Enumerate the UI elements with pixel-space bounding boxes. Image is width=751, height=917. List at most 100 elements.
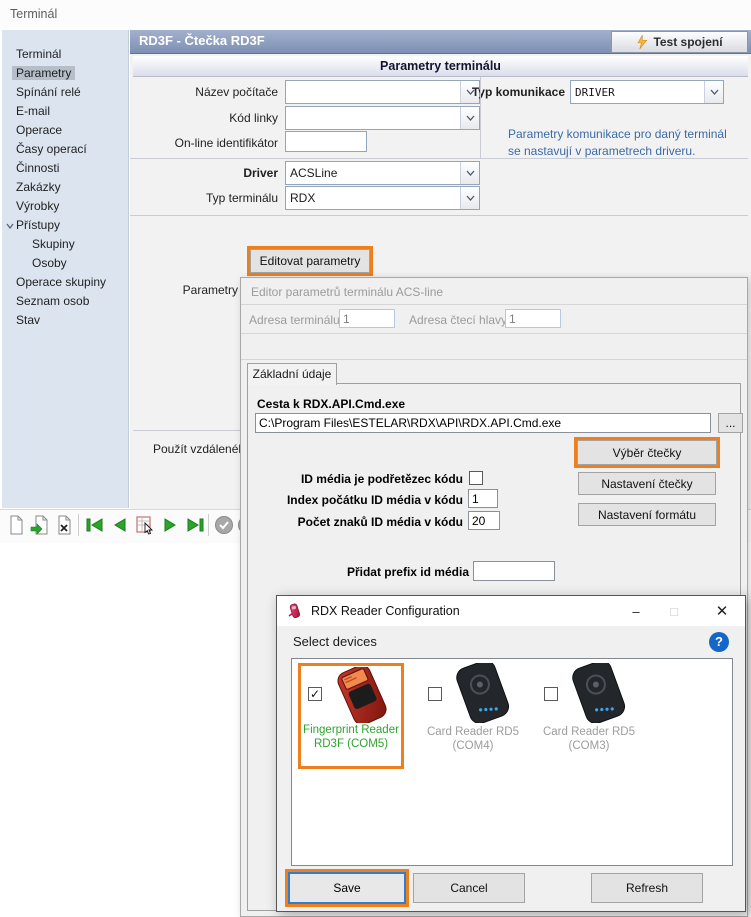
rdx-dialog-title: RDX Reader Configuration [311, 604, 460, 618]
exe-path-field[interactable] [255, 413, 711, 433]
menubar: Terminál [0, 0, 751, 28]
exe-path-label: Cesta k RDX.API.Cmd.exe [257, 397, 405, 411]
media-index-label: Index počátku ID média v kódu [261, 493, 463, 507]
sidebar-item-zakazky[interactable]: Zakázky [16, 179, 61, 196]
menu-terminal[interactable]: Terminál [10, 7, 57, 21]
media-index-field[interactable] [468, 489, 498, 508]
sidebar-item-skupiny[interactable]: Skupiny [32, 236, 75, 253]
edit-params-highlight: Editovat parametry [247, 246, 373, 276]
sidebar-item-operace[interactable]: Operace [16, 122, 62, 139]
terminal-address-field[interactable] [339, 309, 395, 328]
device-checkbox-com4[interactable] [428, 687, 442, 701]
section-header: Parametry terminálu [133, 56, 748, 77]
terminal-type-combo[interactable]: RDX [285, 186, 480, 210]
sidebar-item-casy-operaci[interactable]: Časy operací [16, 141, 87, 158]
media-substring-checkbox[interactable] [469, 471, 483, 485]
minimize-button[interactable]: – [617, 596, 655, 626]
media-length-label: Počet znaků ID média v kódu [261, 515, 463, 529]
online-id-label: On-line identifikátor [140, 136, 278, 150]
nav-next-button[interactable] [160, 515, 180, 535]
fingerprint-reader-icon[interactable] [326, 667, 398, 723]
sidebar-item-email[interactable]: E-mail [16, 103, 50, 120]
parameters-label: Parametry [150, 283, 238, 297]
nav-prior-button[interactable] [110, 515, 130, 535]
chevron-expanded-icon[interactable] [5, 221, 15, 231]
media-length-field[interactable] [468, 511, 500, 530]
editor-dialog-title: Editor parametrů terminálu ACS-line [251, 285, 443, 299]
media-prefix-label: Přidat prefix id média [267, 565, 469, 579]
card-reader-icon[interactable] [444, 663, 522, 723]
post-record-button[interactable] [214, 515, 234, 535]
maximize-button: □ [655, 596, 693, 626]
rdx-app-icon [287, 603, 303, 619]
format-settings-button[interactable]: Nastavení formátu [578, 503, 716, 526]
device-checkbox-rd3f[interactable]: ✓ [308, 687, 322, 701]
reader-select-highlight: Výběr čtečky [574, 437, 720, 468]
divider [130, 158, 748, 159]
close-button[interactable]: ✕ [699, 596, 745, 626]
chevron-down-icon[interactable] [460, 107, 479, 129]
select-devices-label: Select devices [293, 634, 377, 649]
sidebar-item-seznam-osob[interactable]: Seznam osob [16, 293, 89, 310]
driver-combo[interactable]: ACSLine [285, 161, 480, 185]
refresh-button[interactable]: Refresh [591, 873, 703, 903]
sidebar-tree: Terminál Parametry Spínání relé E-mail O… [2, 30, 129, 508]
edit-parameters-button[interactable]: Editovat parametry [250, 249, 370, 273]
divider [480, 77, 481, 158]
media-prefix-field[interactable] [473, 561, 555, 581]
chevron-down-icon[interactable] [704, 81, 723, 103]
reader-settings-button[interactable]: Nastavení čtečky [578, 472, 716, 495]
sidebar-item-terminal[interactable]: Terminál [16, 46, 61, 63]
comm-info-line1: Parametry komunikace pro daný terminál [508, 127, 727, 141]
toolbar-separator [208, 514, 209, 536]
comm-type-label: Typ komunikace [420, 85, 565, 99]
card-reader-icon[interactable] [560, 663, 638, 723]
save-highlight: Save [285, 869, 409, 907]
terminal-address-label: Adresa terminálu [249, 313, 340, 327]
edit-record-button[interactable] [135, 515, 155, 535]
device-label-com4: Card Reader RD5 (COM4) [418, 725, 528, 753]
import-record-button[interactable] [30, 515, 50, 535]
media-substring-label: ID média je podřetězec kódu [261, 472, 463, 486]
divider [241, 333, 747, 334]
lightning-icon [636, 35, 647, 49]
save-button[interactable]: Save [288, 872, 406, 904]
line-code-combo[interactable] [285, 106, 480, 130]
driver-label: Driver [140, 166, 278, 180]
rdx-reader-config-dialog: RDX Reader Configuration – □ ✕ Select de… [276, 595, 746, 912]
nav-first-button[interactable] [85, 515, 105, 535]
test-connection-button[interactable]: Test spojení [611, 31, 748, 53]
online-id-field[interactable] [285, 131, 367, 152]
sidebar-item-stav[interactable]: Stav [16, 312, 40, 329]
divider [241, 304, 747, 305]
new-document-button[interactable] [6, 515, 26, 535]
head-address-label: Adresa čtecí hlavy [409, 313, 507, 327]
delete-record-button[interactable] [54, 515, 74, 535]
sidebar-item-osoby[interactable]: Osoby [32, 255, 67, 272]
chevron-down-icon[interactable] [460, 162, 479, 184]
terminal-type-label: Typ terminálu [140, 191, 278, 205]
chevron-down-icon[interactable] [460, 187, 479, 209]
sidebar-item-spinani-rele[interactable]: Spínání relé [16, 84, 81, 101]
rdx-titlebar: RDX Reader Configuration – □ ✕ [277, 596, 745, 626]
sidebar-item-cinnosti[interactable]: Činnosti [16, 160, 59, 177]
head-address-field[interactable] [505, 309, 561, 328]
reader-select-button[interactable]: Výběr čtečky [577, 440, 717, 465]
divider [241, 359, 747, 360]
cancel-button[interactable]: Cancel [413, 873, 525, 903]
nav-last-button[interactable] [185, 515, 205, 535]
comm-type-combo[interactable]: DRIVER [570, 80, 724, 104]
help-icon[interactable]: ? [709, 632, 729, 652]
divider [130, 215, 748, 216]
tab-zakladni-udaje[interactable]: Základní údaje [247, 363, 337, 385]
sidebar-item-vyrobky[interactable]: Výrobky [16, 198, 59, 215]
device-checkbox-com3[interactable] [544, 687, 558, 701]
sidebar-item-parametry[interactable]: Parametry [16, 65, 75, 82]
device-listbox: ✓ Fingerprint Reader RD3F (COM5) [291, 658, 733, 866]
sidebar-item-pristupy[interactable]: Přístupy [16, 217, 60, 234]
line-code-label: Kód linky [140, 111, 278, 125]
sidebar-item-operace-skupiny[interactable]: Operace skupiny [16, 274, 106, 291]
device-label-com3: Card Reader RD5 (COM3) [534, 725, 644, 753]
browse-button[interactable]: ... [718, 413, 743, 433]
comm-info-line2: se nastavují v parametrech driveru. [508, 144, 695, 158]
